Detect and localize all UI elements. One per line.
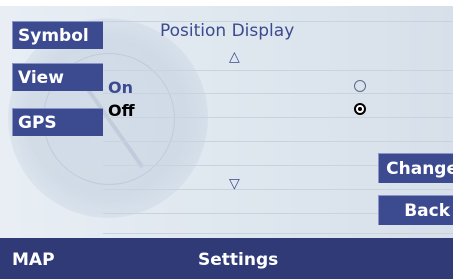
divider	[103, 141, 453, 142]
top-strip	[0, 0, 453, 6]
option-off-label[interactable]: Off	[108, 101, 135, 120]
view-button[interactable]: View	[12, 63, 103, 91]
change-button[interactable]: Change	[378, 153, 453, 183]
symbol-button[interactable]: Symbol	[12, 21, 103, 49]
divider	[103, 70, 453, 71]
settings-section-label: Settings	[198, 250, 279, 270]
navigation-screen: Symbol View GPS Position Display △ ▽ On …	[0, 0, 453, 279]
page-title: Position Display	[160, 21, 295, 41]
gps-button[interactable]: GPS	[12, 108, 103, 136]
divider	[103, 189, 453, 190]
back-button[interactable]: Back	[378, 195, 453, 225]
triangle-up-icon[interactable]: △	[229, 49, 240, 65]
divider	[103, 93, 453, 94]
bottom-status-bar: MAP Settings	[0, 238, 453, 279]
option-on-radio[interactable]	[354, 80, 366, 92]
triangle-down-icon[interactable]: ▽	[229, 176, 240, 192]
option-off-radio[interactable]	[354, 103, 366, 115]
option-on-label[interactable]: On	[108, 78, 133, 97]
divider	[103, 233, 453, 234]
divider	[103, 117, 453, 118]
map-mode-button[interactable]: MAP	[12, 250, 55, 270]
